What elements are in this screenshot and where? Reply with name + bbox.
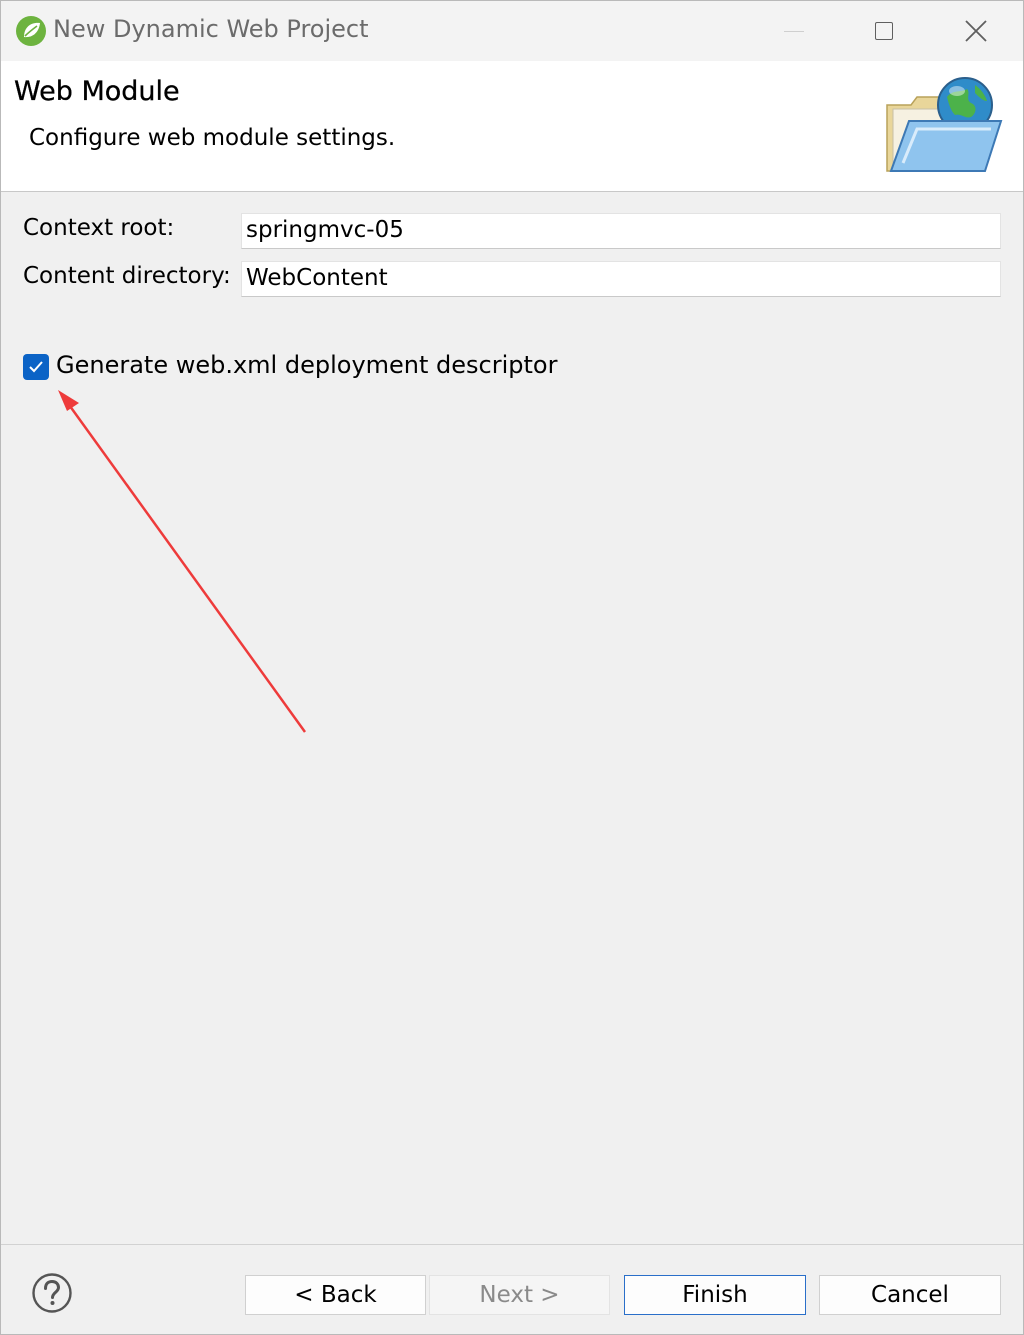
context-root-input[interactable]: springmvc-05 — [241, 213, 1001, 249]
minimize-icon — [784, 31, 804, 32]
page-description: Configure web module settings. — [29, 125, 396, 151]
finish-button[interactable]: Finish — [624, 1275, 806, 1315]
content-directory-label: Content directory: — [23, 263, 231, 289]
title-bar: New Dynamic Web Project — [1, 1, 1023, 61]
page-title: Web Module — [14, 76, 180, 107]
minimize-button[interactable] — [751, 1, 843, 61]
content-directory-input[interactable]: WebContent — [241, 261, 1001, 297]
context-root-label: Context root: — [23, 215, 175, 241]
maximize-button[interactable] — [837, 1, 929, 61]
maximize-icon — [875, 22, 893, 40]
generate-web-xml-label[interactable]: Generate web.xml deployment descriptor — [56, 351, 557, 379]
window-title: New Dynamic Web Project — [53, 15, 369, 43]
footer-separator — [1, 1244, 1023, 1245]
back-button[interactable]: < Back — [245, 1275, 426, 1315]
spring-leaf-icon — [16, 16, 46, 46]
close-button[interactable] — [930, 1, 1022, 61]
cancel-button[interactable]: Cancel — [819, 1275, 1001, 1315]
dialog-window: New Dynamic Web Project Web Module Confi… — [0, 0, 1024, 1335]
generate-web-xml-checkbox[interactable] — [23, 354, 49, 380]
help-icon[interactable] — [31, 1272, 73, 1314]
web-folder-globe-icon — [886, 77, 1003, 172]
checkmark-icon — [29, 361, 43, 373]
next-button[interactable]: Next > — [429, 1275, 610, 1315]
wizard-banner: Web Module Configure web module settings… — [1, 61, 1023, 192]
close-icon — [965, 20, 987, 42]
